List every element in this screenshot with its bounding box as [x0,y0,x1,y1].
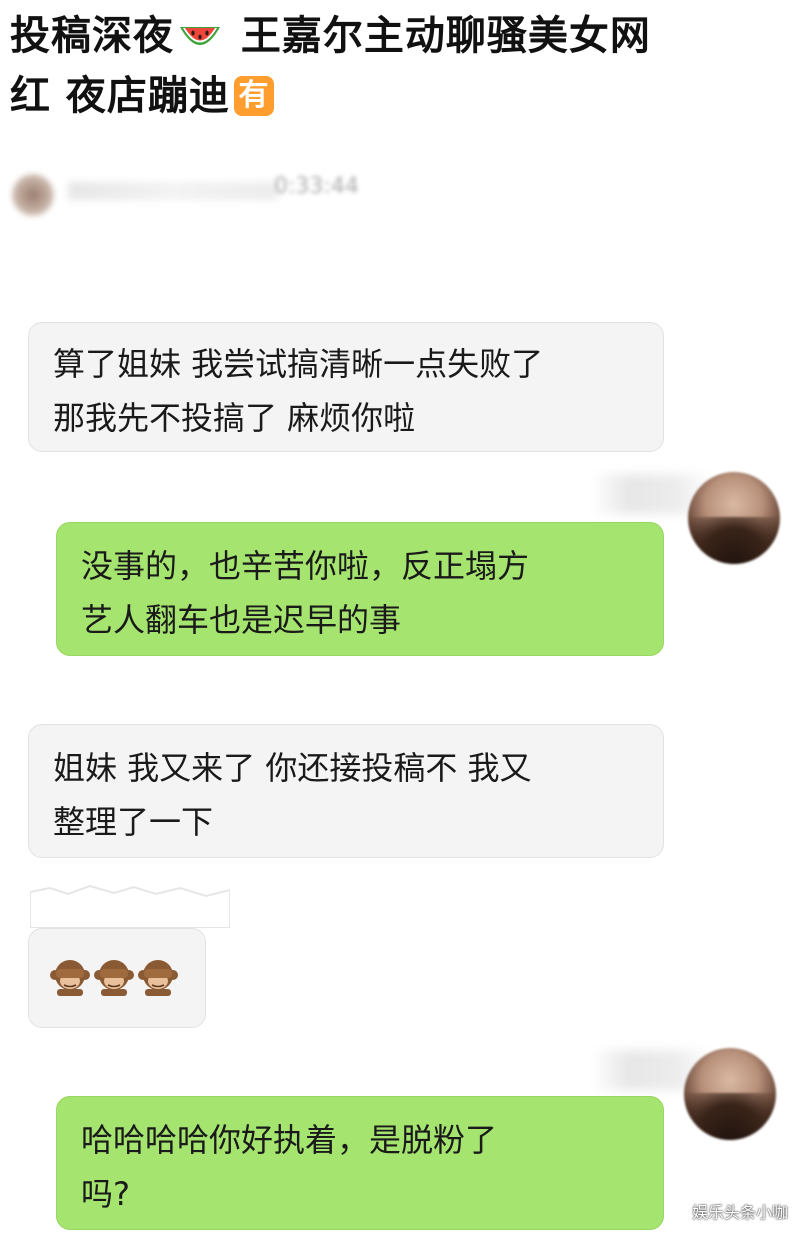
watermark: 娱乐头条小咖 [691,1203,788,1222]
title-line-2: 红 夜店蹦迪 [10,73,230,119]
message-line: 那我先不投搞了 麻烦你啦 [53,399,416,437]
header-timestamp: 0:33:44 [274,174,359,199]
you-badge-icon: 有 [233,76,274,116]
message-line: 算了姐妹 我尝试搞清晰一点失败了 [53,345,544,383]
message-line: 没事的，也辛苦你啦，反正塌方 [81,547,530,585]
message-line: 艺人翻车也是迟早的事 [81,601,402,639]
screenshot-page: 投稿深夜 王嘉尔主动聊骚美女网 红 夜店蹦迪有 0:33:44 算了姐妹 我尝试… [0,0,796,1237]
message-bubble-incoming[interactable] [28,928,206,1028]
redacted-torn-area [30,884,230,928]
watermelon-icon [180,27,220,45]
post-title: 投稿深夜 王嘉尔主动聊骚美女网 红 夜店蹦迪有 [10,6,780,126]
see-no-evil-monkey-icon [50,960,90,996]
avatar [12,174,54,216]
message-bubble-incoming[interactable]: 算了姐妹 我尝试搞清晰一点失败了 那我先不投搞了 麻烦你啦 [28,322,664,452]
chat-header-blurred: 0:33:44 [4,168,364,220]
contact-name-redacted [68,182,278,200]
avatar[interactable] [688,472,780,564]
message-bubble-incoming[interactable]: 姐妹 我又来了 你还接投稿不 我又 整理了一下 [28,724,664,858]
message-line: 哈哈哈哈你好执着，是脱粉了 [81,1121,498,1159]
message-bubble-outgoing[interactable]: 哈哈哈哈你好执着，是脱粉了 吗? [56,1096,664,1230]
message-line: 姐妹 我又来了 你还接投稿不 我又 [53,749,532,787]
see-no-evil-monkey-icon [94,960,134,996]
message-bubble-outgoing[interactable]: 没事的，也辛苦你啦，反正塌方 艺人翻车也是迟早的事 [56,522,664,656]
title-part-1: 投稿深夜 [10,13,174,59]
title-part-2: 王嘉尔主动聊骚美女网 [226,13,651,59]
see-no-evil-monkey-icon [138,960,178,996]
message-line: 整理了一下 [53,803,214,841]
message-line: 吗? [81,1175,130,1213]
avatar[interactable] [684,1048,776,1140]
